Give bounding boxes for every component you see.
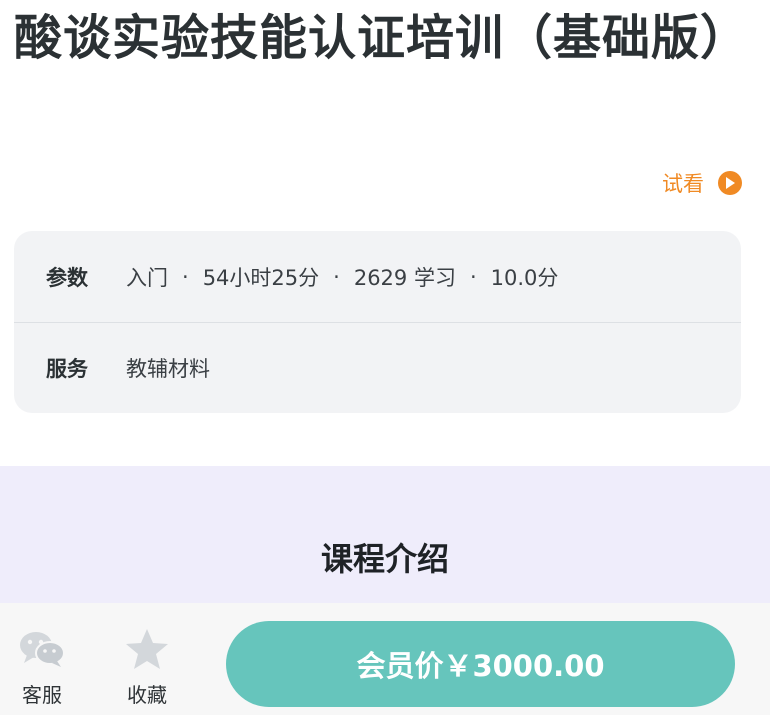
params-values: 入门 · 54小时25分 · 2629 学习 · 10.0分 [126,262,558,292]
intro-title: 课程介绍 [320,540,449,578]
favorite-label: 收藏 [127,683,167,707]
level-value: 入门 [126,265,168,290]
duration-value: 54小时25分 [202,265,320,290]
params-row: 参数 入门 · 54小时25分 · 2629 学习 · 10.0分 [14,231,741,323]
course-title: 酸谈实验技能认证培训（基础版） [14,10,750,66]
customer-service-label: 客服 [22,683,62,707]
params-label: 参数 [46,265,88,290]
course-info-card: 参数 入门 · 54小时25分 · 2629 学习 · 10.0分 服务 教辅材… [14,231,741,413]
favorite-button[interactable]: 收藏 [117,625,177,708]
trial-button[interactable]: 试看 [662,167,742,199]
service-row: 服务 教辅材料 [14,323,741,413]
separator-dot: · [182,264,189,289]
play-circle-icon [718,171,742,195]
separator-dot: · [333,264,340,289]
customer-service-button[interactable]: 客服 [12,625,72,708]
wechat-icon [12,625,72,673]
service-label: 服务 [46,357,88,381]
service-value: 教辅材料 [126,357,210,381]
separator-dot: · [469,264,477,289]
rating-value: 10.0分 [490,265,559,290]
learners-value: 2629 学习 [353,265,456,290]
trial-label: 试看 [662,172,704,196]
buy-button[interactable]: 会员价￥3000.00 [226,621,735,707]
star-icon [117,625,177,673]
